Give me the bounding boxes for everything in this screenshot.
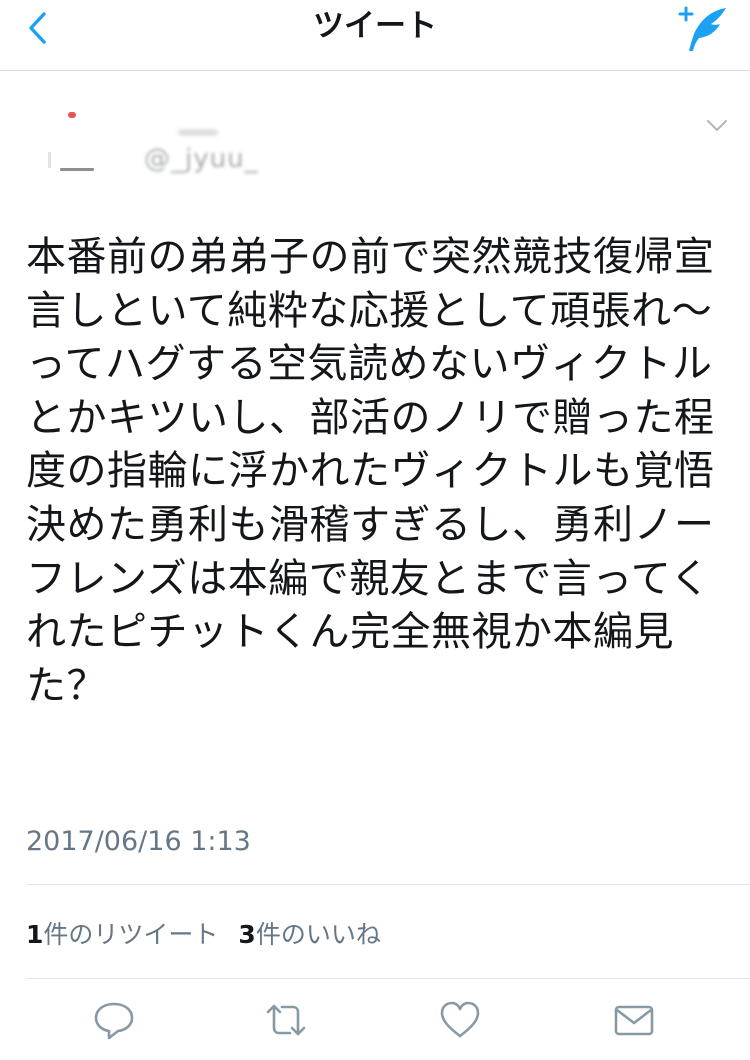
chevron-down-icon [707, 120, 727, 131]
author-handle: @_jyuu_ [144, 144, 259, 174]
tweet-options-button[interactable] [704, 116, 730, 136]
avatar-mark [68, 112, 76, 118]
reply-button[interactable] [92, 998, 136, 1042]
tweet-text: 本番前の弟弟子の前で突然競技復帰宣言しといて純粋な応援として頑張れ〜ってハグする… [26, 234, 715, 709]
like-stat[interactable]: 3件のいいね [238, 920, 380, 949]
retweet-button[interactable] [264, 998, 308, 1042]
tweet-stats: 1件のリツイート 3件のいいね [26, 915, 381, 955]
retweet-icon [266, 1004, 306, 1036]
retweet-count: 1 [26, 920, 44, 949]
like-label: 件のいいね [255, 920, 381, 949]
page-title: ツイート [313, 8, 437, 44]
divider [26, 884, 750, 885]
avatar-base [60, 168, 94, 171]
direct-message-icon [614, 1005, 654, 1036]
direct-message-button[interactable] [612, 998, 656, 1042]
tweet-timestamp: 2017/06/16 1:13 [26, 826, 251, 857]
reply-icon [94, 1002, 134, 1040]
compose-tweet-icon [678, 6, 726, 51]
like-icon [440, 1001, 480, 1038]
display-name-obscured [178, 130, 218, 135]
divider [26, 978, 750, 979]
compose-tweet-button[interactable] [674, 4, 732, 54]
tweet-action-bar [0, 994, 750, 1054]
like-count: 3 [238, 920, 256, 949]
tweet-detail-screen: ツイート @_jyuu_ 本番前の弟弟子の前で突然競技復帰宣言しといて純粋な応援… [0, 0, 750, 1060]
avatar-edge [48, 152, 51, 168]
retweet-stat[interactable]: 1件のリツイート [26, 920, 218, 949]
avatar[interactable] [48, 112, 102, 172]
navigation-bar: ツイート [0, 0, 750, 71]
retweet-label: 件のリツイート [43, 920, 219, 949]
like-button[interactable] [438, 998, 482, 1042]
tweet-author[interactable]: @_jyuu_ [0, 100, 750, 190]
